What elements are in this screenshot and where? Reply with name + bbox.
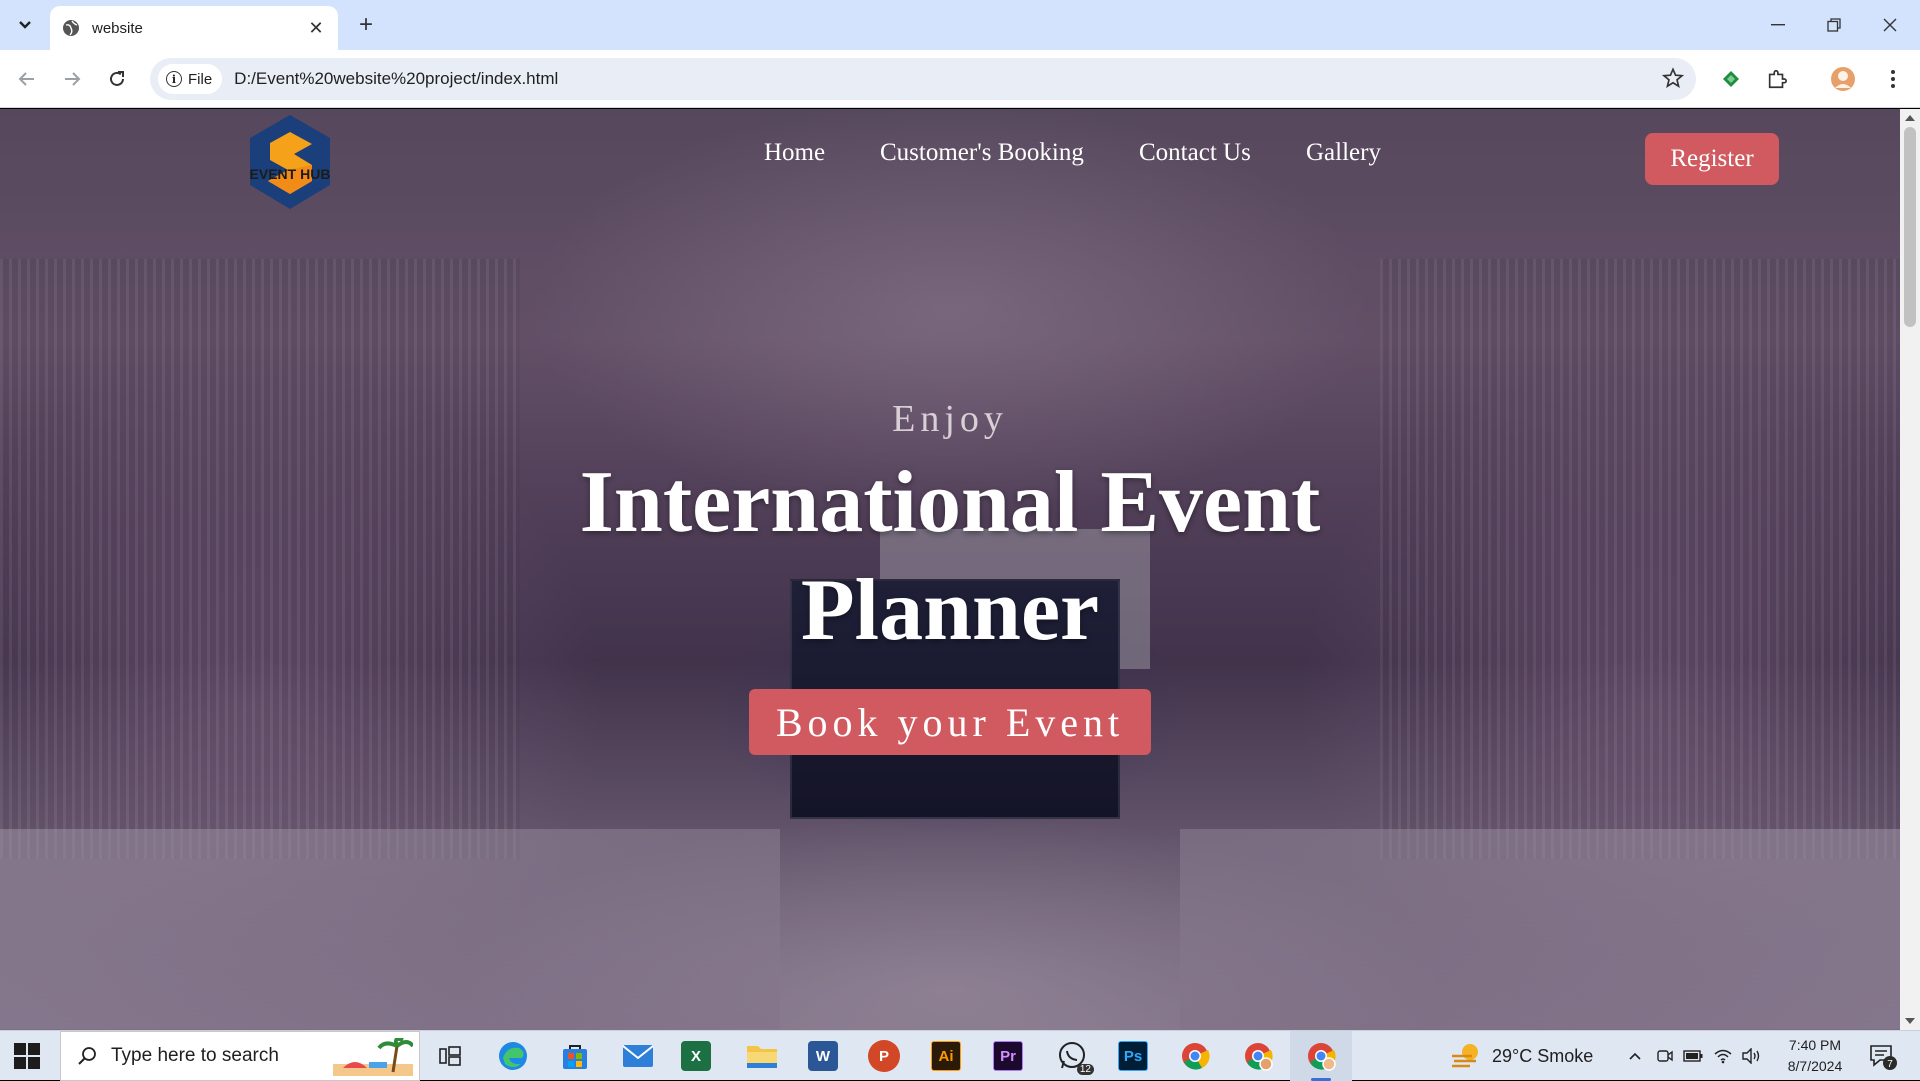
back-arrow-icon [18, 72, 34, 86]
hero-headline-line2: Planner [800, 562, 1100, 659]
browser-tab-strip: website ✕ + [0, 0, 1920, 50]
svg-text:EVENT HUB: EVENT HUB [250, 166, 331, 182]
site-info-chip[interactable]: i File [158, 64, 223, 94]
nav-gallery[interactable]: Gallery [1306, 139, 1381, 167]
url-text[interactable]: D:/Event%20website%20project/index.html [234, 69, 558, 89]
hero-headline: International Event Planner [0, 449, 1900, 665]
scroll-up-arrow-icon[interactable] [1905, 115, 1915, 121]
forward-arrow-icon [65, 72, 81, 86]
taskbar-clock[interactable]: 7:40 PM 8/7/2024 [1770, 1035, 1860, 1077]
scrollbar-thumb[interactable] [1904, 127, 1916, 327]
clock-date: 8/7/2024 [1787, 1058, 1843, 1074]
page-scrollbar[interactable] [1900, 109, 1920, 1030]
new-tab-button[interactable]: + [352, 11, 380, 38]
register-button[interactable]: Register [1645, 133, 1779, 185]
hero-kicker: Enjoy [892, 398, 1008, 440]
taskbar-weather[interactable]: 29°C Smoke [1450, 1031, 1593, 1081]
notification-count: 7 [1887, 1059, 1893, 1070]
premiere-icon[interactable]: Pr [993, 1041, 1023, 1071]
event-hub-logo[interactable]: EVENT HUB [244, 113, 336, 211]
profile-avatar-icon[interactable] [1828, 64, 1858, 94]
whatsapp-unread-badge: 12 [1076, 1064, 1094, 1075]
taskbar-search-placeholder: Type here to search [111, 1045, 279, 1066]
chrome-active-icon[interactable] [1303, 1039, 1339, 1081]
taskbar-search-box[interactable]: Type here to search [60, 1031, 420, 1081]
file-explorer-icon[interactable] [744, 1039, 780, 1073]
nav-customers-booking[interactable]: Customer's Booking [880, 139, 1084, 167]
nav-home[interactable]: Home [764, 139, 825, 167]
browser-menu-icon[interactable] [1878, 64, 1908, 94]
extensions-puzzle-icon[interactable] [1762, 64, 1792, 94]
clock-time: 7:40 PM [1788, 1037, 1842, 1053]
nav-contact-us[interactable]: Contact Us [1139, 139, 1251, 167]
close-window-button[interactable] [1862, 0, 1918, 50]
notification-center-icon[interactable]: 7 [1868, 1043, 1898, 1071]
chevron-down-icon [19, 21, 31, 29]
weather-text: 29°C Smoke [1492, 1045, 1594, 1066]
address-bar[interactable]: i File D:/Event%20website%20project/inde… [150, 58, 1696, 100]
whatsapp-icon[interactable]: 12 [1054, 1039, 1094, 1075]
volume-icon[interactable] [1740, 1045, 1762, 1067]
search-icon [78, 1047, 96, 1065]
illustrator-icon[interactable]: Ai [931, 1041, 961, 1071]
excel-icon[interactable]: X [681, 1041, 711, 1071]
windows-start-icon[interactable] [14, 1043, 40, 1069]
windows-taskbar: Type here to search X W P Ai Pr 12 Ps 29… [0, 1030, 1920, 1081]
tab-search-button[interactable] [10, 12, 40, 38]
word-icon[interactable]: W [808, 1041, 838, 1071]
store-icon[interactable] [557, 1039, 593, 1073]
wifi-icon[interactable] [1712, 1045, 1734, 1067]
minimize-button[interactable] [1750, 0, 1806, 50]
book-event-button[interactable]: Book your Event [749, 689, 1151, 755]
globe-icon [63, 20, 79, 36]
back-button[interactable] [12, 64, 42, 94]
page-viewport: EVENT HUB Home Customer's Booking Contac… [0, 109, 1900, 1030]
battery-icon[interactable] [1682, 1045, 1704, 1067]
chrome-profile-icon[interactable] [1240, 1039, 1276, 1073]
browser-tab[interactable]: website ✕ [50, 6, 338, 50]
close-tab-icon[interactable]: ✕ [306, 18, 326, 38]
reload-button[interactable] [102, 64, 132, 94]
edge-icon[interactable] [495, 1039, 531, 1073]
powerpoint-icon[interactable]: P [868, 1040, 900, 1072]
show-hidden-icons-icon[interactable] [1624, 1045, 1646, 1067]
photoshop-icon[interactable]: Ps [1118, 1041, 1148, 1071]
hero-headline-line1: International Event [579, 454, 1321, 551]
tab-title: website [92, 19, 143, 37]
mail-icon[interactable] [620, 1039, 656, 1073]
reload-icon [110, 71, 124, 86]
restore-button[interactable] [1806, 0, 1862, 50]
scroll-down-arrow-icon[interactable] [1905, 1018, 1915, 1024]
task-view-icon[interactable] [432, 1039, 468, 1073]
extension-green-icon[interactable] [1716, 64, 1746, 94]
chrome-icon[interactable] [1177, 1039, 1213, 1073]
forward-button[interactable] [57, 64, 87, 94]
bookmark-star-icon[interactable] [1662, 67, 1684, 89]
meet-now-icon[interactable] [1654, 1045, 1676, 1067]
minimize-icon [1771, 24, 1785, 26]
restore-icon [1827, 18, 1841, 32]
browser-toolbar: i File D:/Event%20website%20project/inde… [0, 50, 1920, 108]
close-icon [1883, 18, 1897, 32]
search-highlight-beach-icon [333, 1038, 413, 1076]
weather-smoke-icon [1452, 1044, 1478, 1068]
site-info-label: File [188, 70, 213, 88]
info-icon: i [166, 71, 182, 87]
